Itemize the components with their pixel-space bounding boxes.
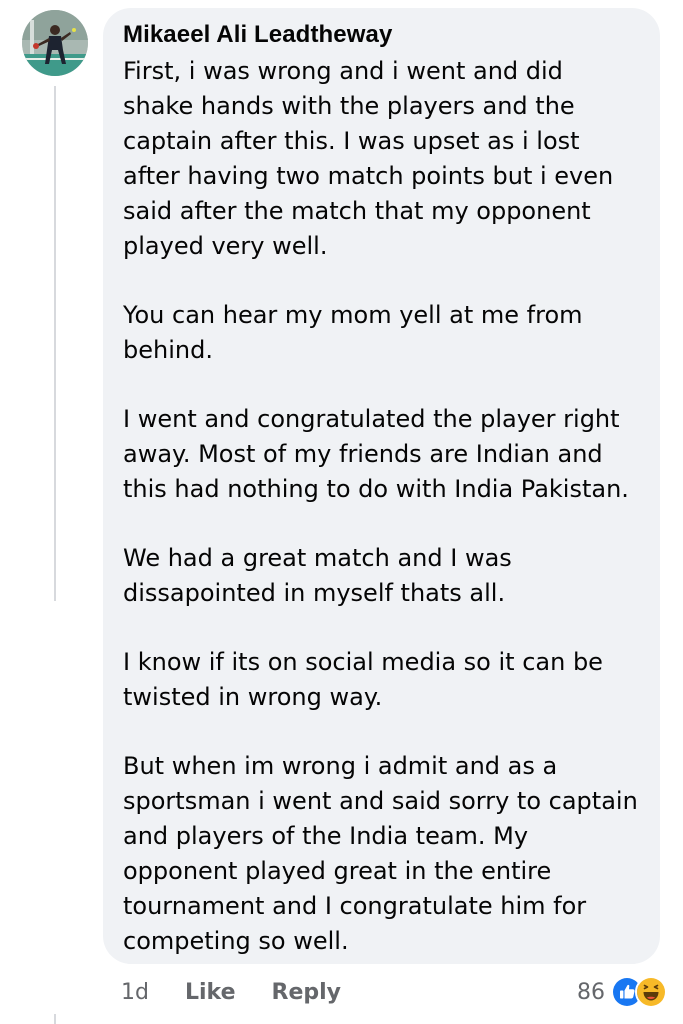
comment-paragraph: We had a great match and I was dissapoin… [123, 544, 512, 607]
comment-author[interactable]: Mikaeel Ali Leadtheway [123, 20, 640, 50]
comment-thread: Mikaeel Ali Leadtheway First, i was wron… [0, 0, 683, 1024]
comment-paragraph: First, i was wrong and i went and did sh… [123, 57, 614, 260]
haha-icon [635, 976, 667, 1008]
comment-body: First, i was wrong and i went and did sh… [123, 54, 640, 959]
thread-line [54, 86, 56, 601]
comment-bubble: Mikaeel Ali Leadtheway First, i was wron… [103, 8, 660, 964]
thread-line-continuation [54, 1014, 56, 1024]
like-button[interactable]: Like [185, 980, 236, 1005]
avatar-photo [22, 10, 88, 76]
comment-paragraph: But when im wrong i admit and as a sport… [123, 752, 638, 955]
comment-timestamp[interactable]: 1d [121, 980, 149, 1005]
reply-button[interactable]: Reply [272, 980, 342, 1005]
comment-paragraph: I went and congratulated the player righ… [123, 405, 629, 503]
comment-paragraph: I know if its on social media so it can … [123, 648, 603, 711]
avatar[interactable] [22, 10, 88, 76]
reactions-summary[interactable]: 86 [577, 975, 667, 1009]
reaction-count: 86 [577, 979, 605, 1005]
comment-paragraph: You can hear my mom yell at me from behi… [123, 301, 583, 364]
comment-actions: 1d Like Reply [121, 975, 341, 1009]
